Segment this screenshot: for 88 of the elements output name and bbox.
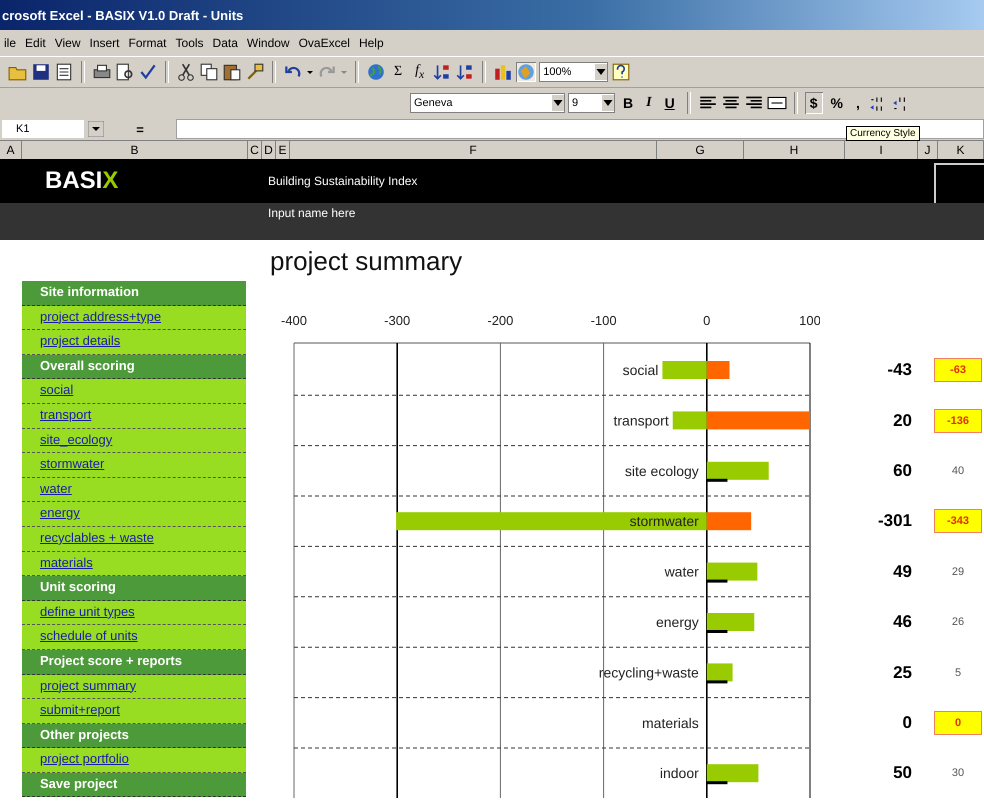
flagged-target-value: -63 — [934, 358, 982, 382]
name-box[interactable]: K1 — [2, 120, 84, 138]
subtitle: Building Sustainability Index — [268, 174, 418, 188]
nav-link[interactable]: schedule of units — [40, 628, 138, 644]
score-value: -301 — [876, 511, 912, 532]
copy-icon[interactable] — [199, 62, 219, 82]
spelling-check-icon[interactable] — [138, 62, 158, 82]
menu-item[interactable]: View — [54, 36, 80, 50]
clipboard-icon[interactable] — [222, 62, 242, 82]
score-value: 25 — [892, 662, 912, 683]
selected-cell[interactable] — [934, 163, 984, 203]
category-label: energy — [656, 614, 699, 630]
category-label: indoor — [660, 765, 699, 782]
menu-item[interactable]: Edit — [25, 36, 46, 50]
section-header: Unit scoring — [22, 576, 246, 601]
flagged-target-value: -136 — [934, 408, 982, 433]
nav-link[interactable]: recyclables + waste — [40, 530, 154, 545]
zoom-dropdown[interactable]: 100% — [539, 62, 608, 82]
section-header: Save project — [22, 772, 246, 798]
target-value: 40 — [950, 464, 966, 479]
tick-label: -100 — [590, 313, 617, 328]
category-label: transport — [614, 412, 669, 428]
category-label: materials — [642, 714, 699, 731]
menu-item[interactable]: OvaExcel — [298, 36, 350, 50]
target-value: 29 — [950, 564, 966, 580]
page-title: project summary — [270, 246, 464, 278]
menu-item[interactable]: Data — [212, 36, 238, 50]
menu-item[interactable]: Insert — [90, 36, 120, 50]
map-icon[interactable] — [516, 62, 536, 82]
print-preview-icon[interactable] — [115, 62, 135, 82]
menu-item[interactable]: ile — [4, 36, 16, 50]
scissors-icon[interactable] — [176, 62, 196, 82]
target-value: 5 — [954, 666, 962, 681]
section-header: Overall scoring — [22, 354, 246, 380]
menu-item[interactable]: Window — [246, 36, 290, 50]
nav-link[interactable]: social — [40, 382, 74, 398]
nav-link[interactable]: materials — [40, 554, 93, 570]
nav-link[interactable]: water — [40, 480, 72, 496]
flagged-target-value: -343 — [934, 509, 982, 534]
score-value: 60 — [892, 460, 912, 481]
tick-label: -400 — [280, 313, 308, 328]
tooltip: Currency Style — [846, 126, 920, 141]
section-header: Site information — [22, 281, 246, 306]
document-icon[interactable] — [54, 62, 74, 82]
score-value: 49 — [892, 562, 912, 582]
nav-link[interactable]: transport — [40, 406, 92, 422]
window-title: crosoft Excel - BASIX V1.0 Draft - Units — [1, 8, 244, 22]
menu-item[interactable]: Format — [128, 36, 167, 50]
paintbrush-icon[interactable] — [245, 62, 265, 82]
score-value: 50 — [892, 763, 912, 784]
help-icon[interactable] — [611, 62, 632, 82]
target-value: 30 — [950, 766, 966, 782]
target-value: 26 — [950, 615, 966, 630]
tick-label: -300 — [384, 313, 410, 328]
flagged-target-value: 0 — [934, 710, 982, 735]
tick-label: 0 — [703, 313, 710, 328]
nav-link[interactable]: project details — [40, 333, 120, 348]
category-label: social — [622, 362, 658, 378]
project-name-field[interactable]: Input name here — [268, 203, 356, 220]
category-label: stormwater — [630, 513, 699, 530]
menu-item[interactable]: Tools — [176, 36, 204, 50]
nav-link[interactable]: energy — [40, 505, 80, 520]
dropdown-arrow-icon[interactable] — [88, 121, 104, 137]
section-header: Project score + reports — [22, 650, 246, 674]
formula-field[interactable] — [176, 119, 984, 139]
category-label: site ecology — [624, 462, 699, 479]
tick-label: -200 — [487, 313, 514, 328]
font-size-dropdown[interactable]: 9 — [568, 93, 615, 113]
basix-logo: BASIX — [44, 167, 120, 195]
nav-link[interactable]: submit+report — [40, 702, 120, 718]
nav-link[interactable]: stormwater — [40, 456, 104, 472]
score-value: 0 — [902, 712, 912, 733]
score-value: 46 — [892, 612, 912, 632]
nav-link[interactable]: site_ecology — [40, 432, 112, 447]
nav-link[interactable]: project summary — [40, 678, 136, 692]
section-header: Other projects — [22, 724, 246, 748]
menu-item[interactable]: Help — [358, 36, 384, 50]
equals-sign: = — [135, 122, 145, 136]
category-label: water — [664, 564, 699, 580]
number-format-button[interactable]: $ — [804, 92, 822, 114]
globe-icon[interactable] — [366, 62, 386, 82]
tick-label: 100 — [799, 313, 820, 328]
nav-link[interactable]: project address+type — [40, 308, 162, 324]
score-value: -43 — [886, 360, 912, 380]
font-dropdown[interactable]: Geneva — [410, 93, 565, 113]
nav-link[interactable]: define unit types — [40, 604, 135, 619]
score-value: 20 — [892, 410, 912, 431]
nav-link[interactable]: project portfolio — [40, 751, 129, 766]
